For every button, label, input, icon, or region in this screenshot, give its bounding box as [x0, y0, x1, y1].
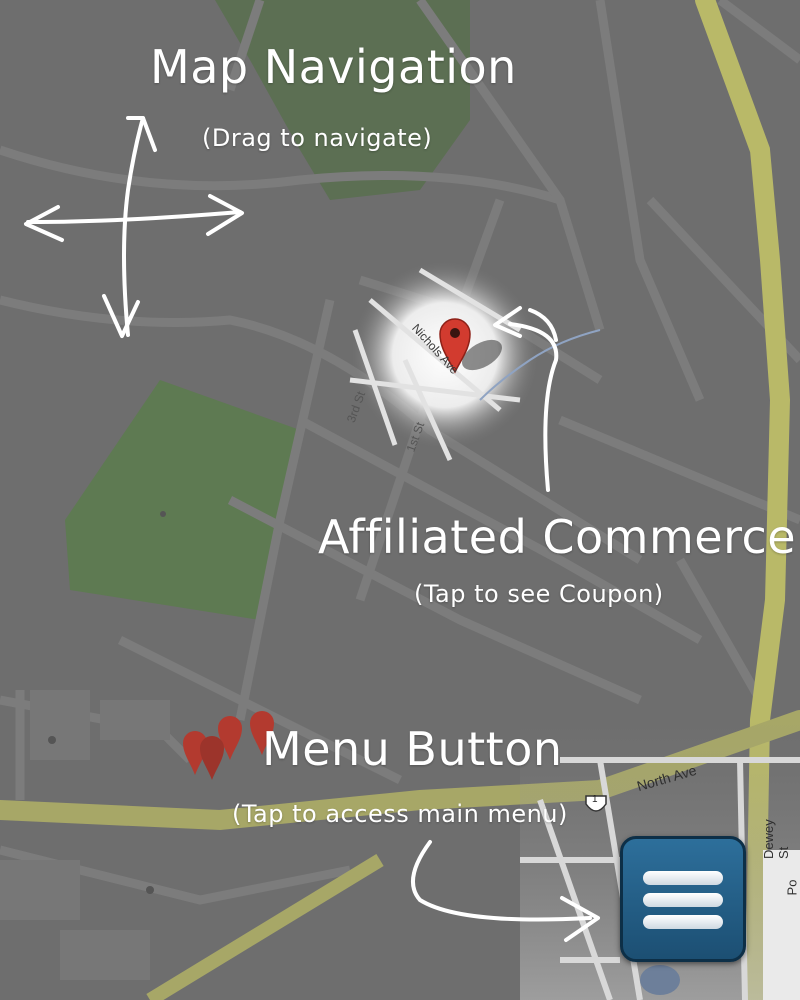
affiliated-commerce-hint: (Tap to see Coupon) — [414, 580, 664, 608]
menu-button-hint: (Tap to access main menu) — [232, 800, 568, 828]
dewey-block — [763, 850, 800, 1000]
street-label-po: Po — [784, 879, 800, 896]
map-navigation-hint: (Drag to navigate) — [202, 124, 433, 152]
route-number: 1 — [592, 794, 598, 805]
map-navigation-title: Map Navigation — [150, 40, 517, 94]
menu-button[interactable] — [620, 836, 746, 962]
affiliated-commerce-title: Affiliated Commerce — [318, 510, 797, 564]
pond — [640, 965, 680, 995]
menu-button-title: Menu Button — [262, 722, 563, 776]
street-label-dewey: Dewey St — [761, 819, 791, 859]
